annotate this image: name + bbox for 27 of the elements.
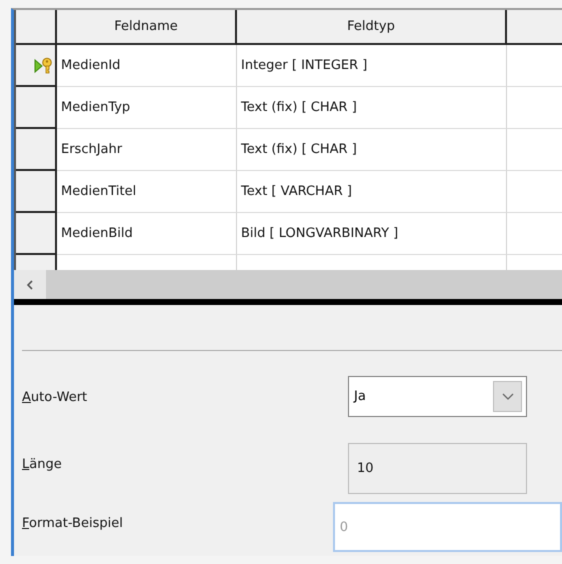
table-cell[interactable]: ErschJahr [57, 129, 237, 170]
table-cell[interactable]: MedienTyp [57, 87, 237, 128]
dropdown[interactable]: Ja [348, 376, 527, 417]
row-header[interactable] [16, 87, 57, 129]
table-cell[interactable]: Text (fix) [ CHAR ] [237, 129, 507, 170]
row-header[interactable] [16, 255, 57, 271]
chevron-left-icon [26, 280, 34, 290]
field-label: Format-Beispiel [22, 515, 124, 531]
table-cell[interactable]: Text [ VARCHAR ] [237, 171, 507, 212]
format-example-field[interactable]: 0 [332, 502, 562, 552]
column-header[interactable]: Feldtyp [237, 10, 507, 43]
arrow-key-icon [34, 56, 53, 74]
scroll-left-button[interactable] [14, 270, 46, 299]
table-cell[interactable]: MedienBild [57, 213, 237, 254]
table-cell[interactable]: MedienId [57, 45, 237, 86]
row-header[interactable] [16, 129, 57, 171]
table-cell[interactable]: Text (fix) [ CHAR ] [237, 87, 507, 128]
field-label: Auto-Wert [22, 389, 88, 405]
row-header[interactable] [16, 45, 57, 87]
table-cell[interactable]: Integer [ INTEGER ] [237, 45, 507, 86]
field-label: Länge [22, 456, 63, 472]
row-header[interactable] [16, 171, 57, 213]
table-cell[interactable]: Bild [ LONGVARBINARY ] [237, 213, 507, 254]
length-field: 10 [348, 443, 527, 494]
table-cell[interactable]: MedienTitel [57, 171, 237, 212]
column-header[interactable]: Feldname [57, 10, 237, 43]
row-header[interactable] [16, 213, 57, 255]
